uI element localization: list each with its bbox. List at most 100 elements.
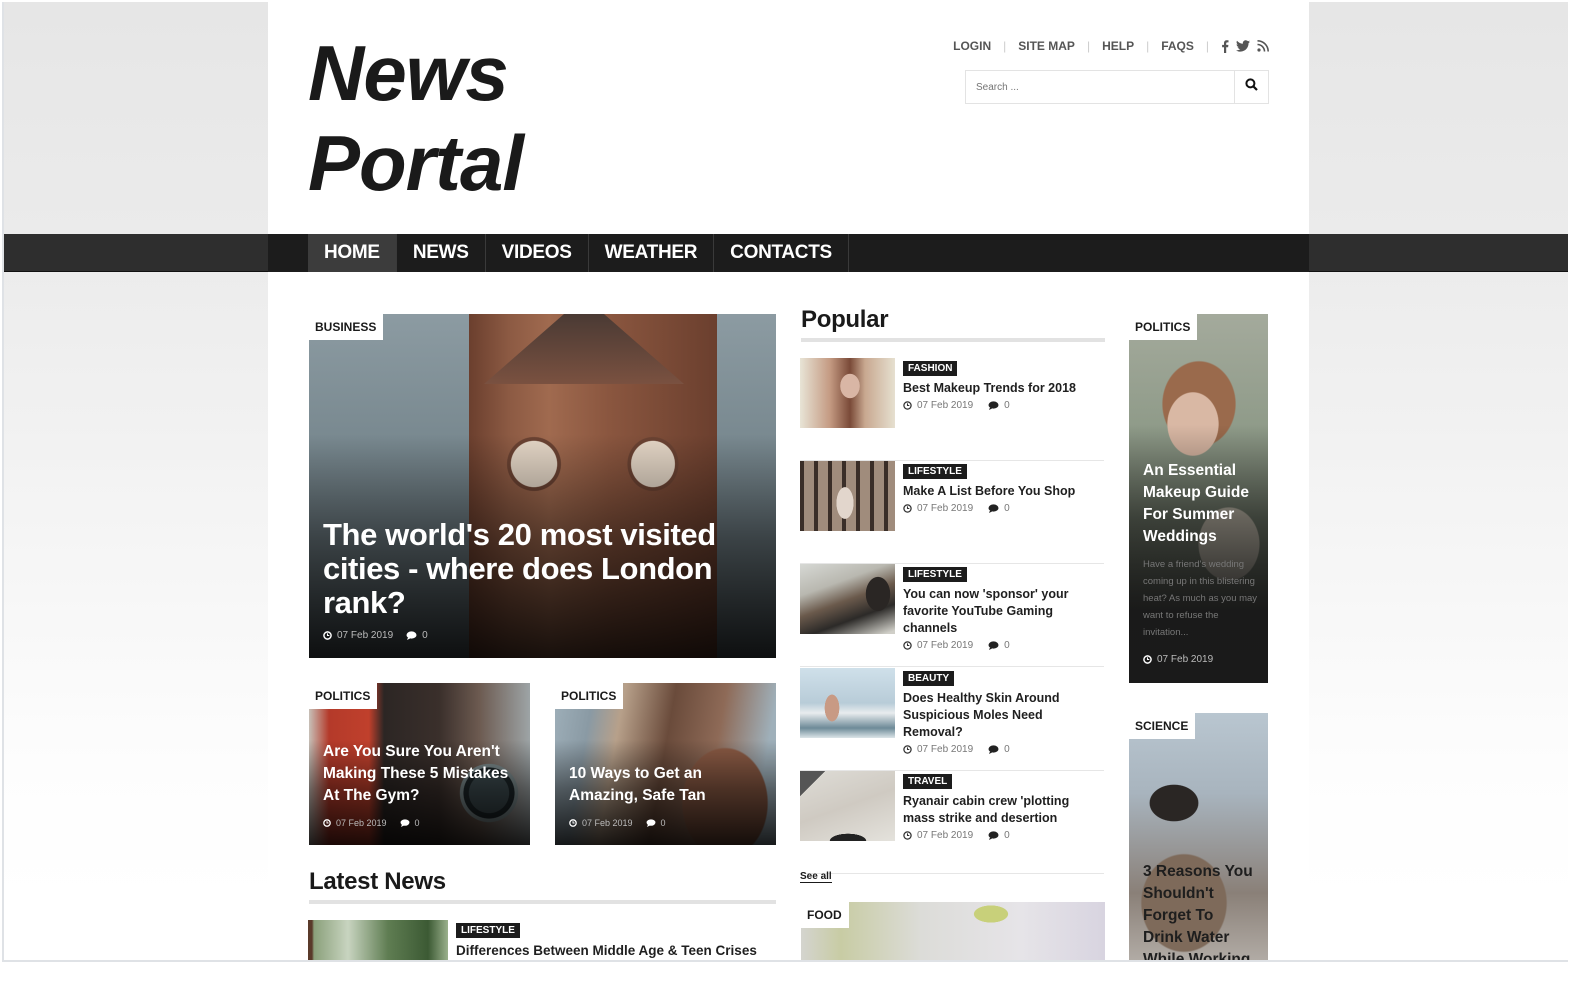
social-links bbox=[1221, 39, 1269, 53]
facebook-icon[interactable] bbox=[1221, 39, 1229, 53]
article-date: 07 Feb 2019 bbox=[917, 830, 974, 841]
category-tag[interactable]: FOOD bbox=[801, 902, 849, 928]
popular-title[interactable]: Best Makeup Trends for 2018 bbox=[903, 380, 1104, 397]
category-tag[interactable]: POLITICS bbox=[555, 683, 624, 709]
clock-icon bbox=[903, 504, 912, 513]
article-meta: 07 Feb 2019 0 bbox=[569, 818, 666, 828]
popular-thumbnail[interactable] bbox=[800, 358, 895, 428]
latest-body: LIFESTYLE Differences Between Middle Age… bbox=[456, 920, 757, 958]
search-button[interactable] bbox=[1234, 71, 1268, 103]
article-date: 07 Feb 2019 bbox=[917, 503, 974, 514]
article-date: 07 Feb 2019 bbox=[917, 640, 974, 651]
comment-count: 0 bbox=[1004, 503, 1010, 514]
latest-thumbnail[interactable] bbox=[308, 920, 448, 960]
twitter-icon[interactable] bbox=[1236, 40, 1250, 52]
popular-item: TRAVEL Ryanair cabin crew 'plotting mass… bbox=[800, 771, 1104, 874]
login-link[interactable]: LOGIN bbox=[953, 39, 991, 53]
latest-news-heading: Latest News bbox=[309, 868, 446, 895]
article-meta: 07 Feb 2019 0 bbox=[903, 400, 1104, 411]
popular-thumbnail[interactable] bbox=[800, 668, 895, 738]
comment-count: 0 bbox=[1004, 830, 1010, 841]
divider: | bbox=[1146, 39, 1150, 53]
article-date: 07 Feb 2019 bbox=[917, 400, 974, 411]
category-tag[interactable]: BEAUTY bbox=[903, 671, 955, 686]
rss-icon[interactable] bbox=[1257, 40, 1269, 52]
category-tag[interactable]: POLITICS bbox=[309, 683, 378, 709]
popular-title[interactable]: Does Healthy Skin Around Suspicious Mole… bbox=[903, 690, 1104, 741]
clock-icon bbox=[1143, 655, 1152, 664]
main-nav: HOME NEWS VIDEOS WEATHER CONTACTS bbox=[268, 234, 1309, 272]
comment-icon bbox=[988, 745, 999, 754]
article-date: 07 Feb 2019 bbox=[582, 818, 633, 828]
side-article-title[interactable]: An Essential Makeup Guide For Summer Wed… bbox=[1143, 460, 1254, 548]
comment-icon bbox=[988, 831, 999, 840]
article-title[interactable]: 10 Ways to Get an Amazing, Safe Tan bbox=[569, 763, 762, 807]
comment-count: 0 bbox=[1004, 640, 1010, 651]
nav-weather[interactable]: WEATHER bbox=[589, 234, 715, 272]
comment-icon bbox=[400, 819, 410, 827]
article-date: 07 Feb 2019 bbox=[1157, 654, 1214, 665]
category-tag[interactable]: LIFESTYLE bbox=[903, 567, 967, 582]
comment-count: 0 bbox=[1004, 744, 1010, 755]
site-logo[interactable]: News Portal bbox=[308, 28, 524, 208]
popular-body: TRAVEL Ryanair cabin crew 'plotting mass… bbox=[903, 771, 1104, 841]
article-meta: 07 Feb 2019 0 bbox=[323, 630, 428, 641]
popular-body: BEAUTY Does Healthy Skin Around Suspicio… bbox=[903, 668, 1104, 755]
article-meta: 07 Feb 2019 0 bbox=[903, 640, 1104, 651]
article-date: 07 Feb 2019 bbox=[917, 744, 974, 755]
featured-title[interactable]: The world's 20 most visited cities - whe… bbox=[323, 518, 762, 620]
search-input[interactable] bbox=[966, 71, 1234, 103]
popular-thumbnail[interactable] bbox=[800, 461, 895, 531]
help-link[interactable]: HELP bbox=[1102, 39, 1134, 53]
popular-title[interactable]: Make A List Before You Shop bbox=[903, 483, 1104, 500]
search-box bbox=[965, 70, 1269, 104]
category-tag[interactable]: SCIENCE bbox=[1129, 713, 1196, 739]
nav-videos[interactable]: VIDEOS bbox=[486, 234, 589, 272]
side-article-title[interactable]: 3 Reasons You Shouldn't Forget To Drink … bbox=[1143, 861, 1254, 960]
category-tag[interactable]: LIFESTYLE bbox=[456, 923, 520, 938]
popular-item: LIFESTYLE Make A List Before You Shop 07… bbox=[800, 461, 1104, 564]
clock-icon bbox=[903, 745, 912, 754]
category-tag[interactable]: TRAVEL bbox=[903, 774, 953, 789]
comment-icon bbox=[988, 401, 999, 410]
popular-title[interactable]: Ryanair cabin crew 'plotting mass strike… bbox=[903, 793, 1104, 827]
clock-icon bbox=[903, 831, 912, 840]
article-date: 07 Feb 2019 bbox=[336, 818, 387, 828]
comment-count: 0 bbox=[422, 630, 428, 641]
popular-thumbnail[interactable] bbox=[800, 771, 895, 841]
side-article-card[interactable]: POLITICS An Essential Makeup Guide For S… bbox=[1129, 314, 1268, 683]
article-card[interactable]: POLITICS 10 Ways to Get an Amazing, Safe… bbox=[555, 683, 776, 845]
top-links: LOGIN | SITE MAP | HELP | FAQS | bbox=[953, 39, 1269, 53]
side-article-card[interactable]: SCIENCE 3 Reasons You Shouldn't Forget T… bbox=[1129, 713, 1268, 960]
latest-title[interactable]: Differences Between Middle Age & Teen Cr… bbox=[456, 943, 757, 958]
popular-item: FASHION Best Makeup Trends for 2018 07 F… bbox=[800, 358, 1104, 461]
popular-title[interactable]: You can now 'sponsor' your favorite YouT… bbox=[903, 586, 1104, 637]
article-meta: 07 Feb 2019 0 bbox=[323, 818, 420, 828]
popular-item: BEAUTY Does Healthy Skin Around Suspicio… bbox=[800, 668, 1104, 771]
faqs-link[interactable]: FAQS bbox=[1161, 39, 1194, 53]
nav-contacts[interactable]: CONTACTS bbox=[714, 234, 849, 272]
latest-news-item[interactable]: LIFESTYLE Differences Between Middle Age… bbox=[308, 920, 775, 960]
clock-icon bbox=[903, 401, 912, 410]
nav-home[interactable]: HOME bbox=[308, 234, 397, 272]
article-card[interactable]: POLITICS Are You Sure You Aren't Making … bbox=[309, 683, 530, 845]
divider: | bbox=[1086, 39, 1091, 53]
side-article-excerpt: Have a friend's wedding coming up in thi… bbox=[1143, 559, 1258, 638]
clock-icon bbox=[569, 819, 577, 827]
popular-item: LIFESTYLE You can now 'sponsor' your fav… bbox=[800, 564, 1104, 667]
category-tag[interactable]: BUSINESS bbox=[309, 314, 384, 340]
popular-thumbnail[interactable] bbox=[800, 564, 895, 634]
category-tag[interactable]: LIFESTYLE bbox=[903, 464, 967, 479]
comment-icon bbox=[646, 819, 656, 827]
comment-icon bbox=[988, 504, 999, 513]
clock-icon bbox=[323, 819, 331, 827]
category-tag[interactable]: FASHION bbox=[903, 361, 958, 376]
article-title[interactable]: Are You Sure You Aren't Making These 5 M… bbox=[323, 741, 516, 807]
category-tag[interactable]: POLITICS bbox=[1129, 314, 1198, 340]
food-card[interactable]: FOOD bbox=[801, 902, 1105, 960]
site-map-link[interactable]: SITE MAP bbox=[1018, 39, 1075, 53]
article-meta: 07 Feb 2019 0 bbox=[903, 744, 1104, 755]
featured-article[interactable]: BUSINESS The world's 20 most visited cit… bbox=[309, 314, 776, 658]
see-all-link[interactable]: See all bbox=[800, 871, 832, 883]
nav-news[interactable]: NEWS bbox=[397, 234, 486, 272]
